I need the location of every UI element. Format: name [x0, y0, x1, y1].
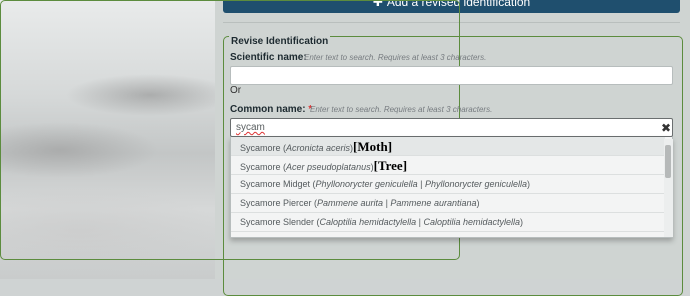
or-text: Or	[230, 85, 242, 96]
result-scientific-name: Acer pseudoplatanus	[286, 162, 371, 172]
common-name-input-value: sycam	[236, 122, 265, 133]
result-scientific-name: Caloptilia hemidactylella	[319, 217, 417, 227]
result-alt-scientific-name: Pammene aurantiana	[390, 198, 477, 208]
result-alt-scientific-name: Caloptilia hemidactylella	[423, 217, 521, 227]
common-name-hint: Enter text to search. Requires at least …	[310, 105, 493, 114]
list-item[interactable]: Sycamore Slender (Caloptilia hemidactyle…	[231, 213, 665, 232]
scientific-name-hint: Enter text to search. Requires at least …	[304, 53, 487, 62]
result-scientific-name: Acronicta aceris	[286, 143, 351, 153]
list-item[interactable]: Sycamore (Acer pseudoplatanus)[Tree]	[231, 156, 665, 175]
common-name-label: Common name: *	[230, 104, 312, 115]
scientific-name-label: Scientific name:	[230, 52, 307, 63]
autocomplete-dropdown: Sycamore (Acronicta aceris)[Moth] Sycamo…	[230, 137, 673, 238]
list-item[interactable]: Sycamore (Acronicta aceris)[Moth]	[231, 137, 665, 156]
close-icon[interactable]: ✖	[661, 121, 671, 135]
result-common-name: Sycamore Piercer	[240, 198, 312, 208]
dropdown-scrollbar-thumb[interactable]	[665, 145, 671, 178]
result-common-name: Sycamore	[240, 143, 281, 153]
list-item[interactable]: Sycamore Midget (Phyllonorycter genicule…	[231, 175, 665, 194]
fieldset-legend: Revise Identification	[229, 36, 331, 47]
result-alt-scientific-name: Phyllonorycter geniculella	[424, 179, 527, 189]
scientific-name-input[interactable]	[230, 66, 673, 85]
result-tag: [Moth]	[353, 139, 393, 154]
common-name-input[interactable]	[230, 118, 673, 137]
result-common-name: Sycamore	[240, 162, 281, 172]
result-common-name: Sycamore Midget	[240, 179, 311, 189]
list-item[interactable]: Sycamore Piercer (Pammene aurita | Pamme…	[231, 194, 665, 213]
common-name-label-text: Common name:	[230, 104, 306, 115]
result-scientific-name: Pammene aurita	[317, 198, 384, 208]
result-tag: [Tree]	[373, 158, 408, 173]
result-scientific-name: Phyllonorycter geniculella	[315, 179, 418, 189]
result-common-name: Sycamore Slender	[240, 217, 315, 227]
